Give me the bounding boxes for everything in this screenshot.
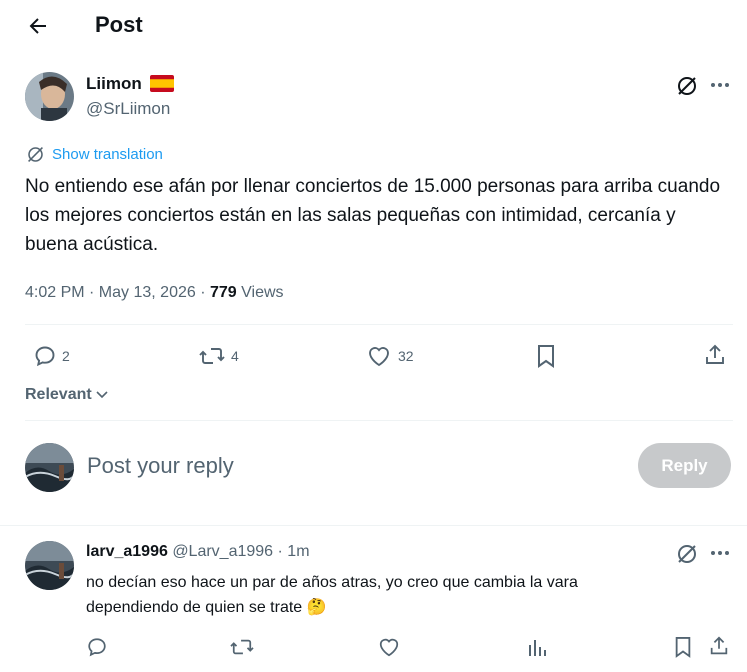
repost-icon[interactable]: [229, 636, 255, 658]
reply-icon[interactable]: [33, 344, 57, 368]
page-title: Post: [95, 12, 143, 37]
reply-text-line: no decían eso hace un par de años atras,…: [86, 574, 578, 591]
share-icon[interactable]: [708, 635, 730, 657]
reply-count: 2: [62, 348, 70, 364]
post-text: No entiendo ese afán por llenar conciert…: [25, 176, 721, 255]
reply-button[interactable]: Reply: [638, 443, 731, 488]
user-avatar[interactable]: [25, 443, 74, 492]
grok-icon[interactable]: [676, 543, 698, 565]
reply-time[interactable]: · 1m: [278, 543, 310, 560]
sort-label: Relevant: [25, 386, 92, 404]
divider: [25, 420, 733, 421]
back-arrow-icon[interactable]: [26, 14, 50, 38]
flag-spain-icon: [150, 75, 174, 96]
reply-author-avatar[interactable]: [25, 541, 74, 590]
reply-author-handle[interactable]: @Larv_a1996: [172, 543, 273, 560]
grok-icon[interactable]: [676, 75, 698, 97]
views-count: 779: [209, 284, 237, 301]
reply-icon[interactable]: [86, 636, 108, 658]
more-options-icon[interactable]: [710, 82, 730, 88]
repost-count: 4: [231, 348, 239, 364]
divider: [25, 324, 733, 325]
reply-text: no decían eso hace un par de años atras,…: [86, 570, 726, 620]
like-icon[interactable]: [377, 636, 401, 658]
post-metadata: 4:02 PM · May 13, 2026 · 779 Views: [25, 284, 284, 302]
translate-icon[interactable]: [26, 145, 45, 164]
reply-header: larv_a1996 @Larv_a1996 · 1m: [86, 543, 310, 561]
bookmark-icon[interactable]: [535, 343, 557, 369]
repost-icon[interactable]: [198, 344, 226, 368]
chevron-down-icon: [96, 386, 108, 404]
like-count: 32: [398, 348, 414, 364]
bookmark-icon[interactable]: [673, 635, 693, 659]
post-timestamp[interactable]: 4:02 PM · May 13, 2026 ·: [25, 284, 210, 301]
views-label: Views: [236, 284, 284, 301]
share-icon[interactable]: [703, 343, 727, 367]
views-icon[interactable]: [526, 636, 548, 658]
author-name[interactable]: Liimon: [86, 74, 142, 94]
author-avatar[interactable]: [25, 72, 74, 121]
author-handle[interactable]: @SrLiimon: [86, 99, 170, 119]
reply-author-name[interactable]: larv_a1996: [86, 543, 168, 560]
more-options-icon[interactable]: [710, 550, 730, 556]
sort-dropdown[interactable]: Relevant: [25, 386, 108, 404]
reply-input[interactable]: Post your reply: [87, 453, 234, 479]
show-translation-link[interactable]: Show translation: [52, 146, 163, 163]
like-icon[interactable]: [366, 344, 392, 368]
reply-text-line: dependiendo de quien se trate 🤔: [86, 599, 327, 616]
divider: [0, 525, 747, 526]
